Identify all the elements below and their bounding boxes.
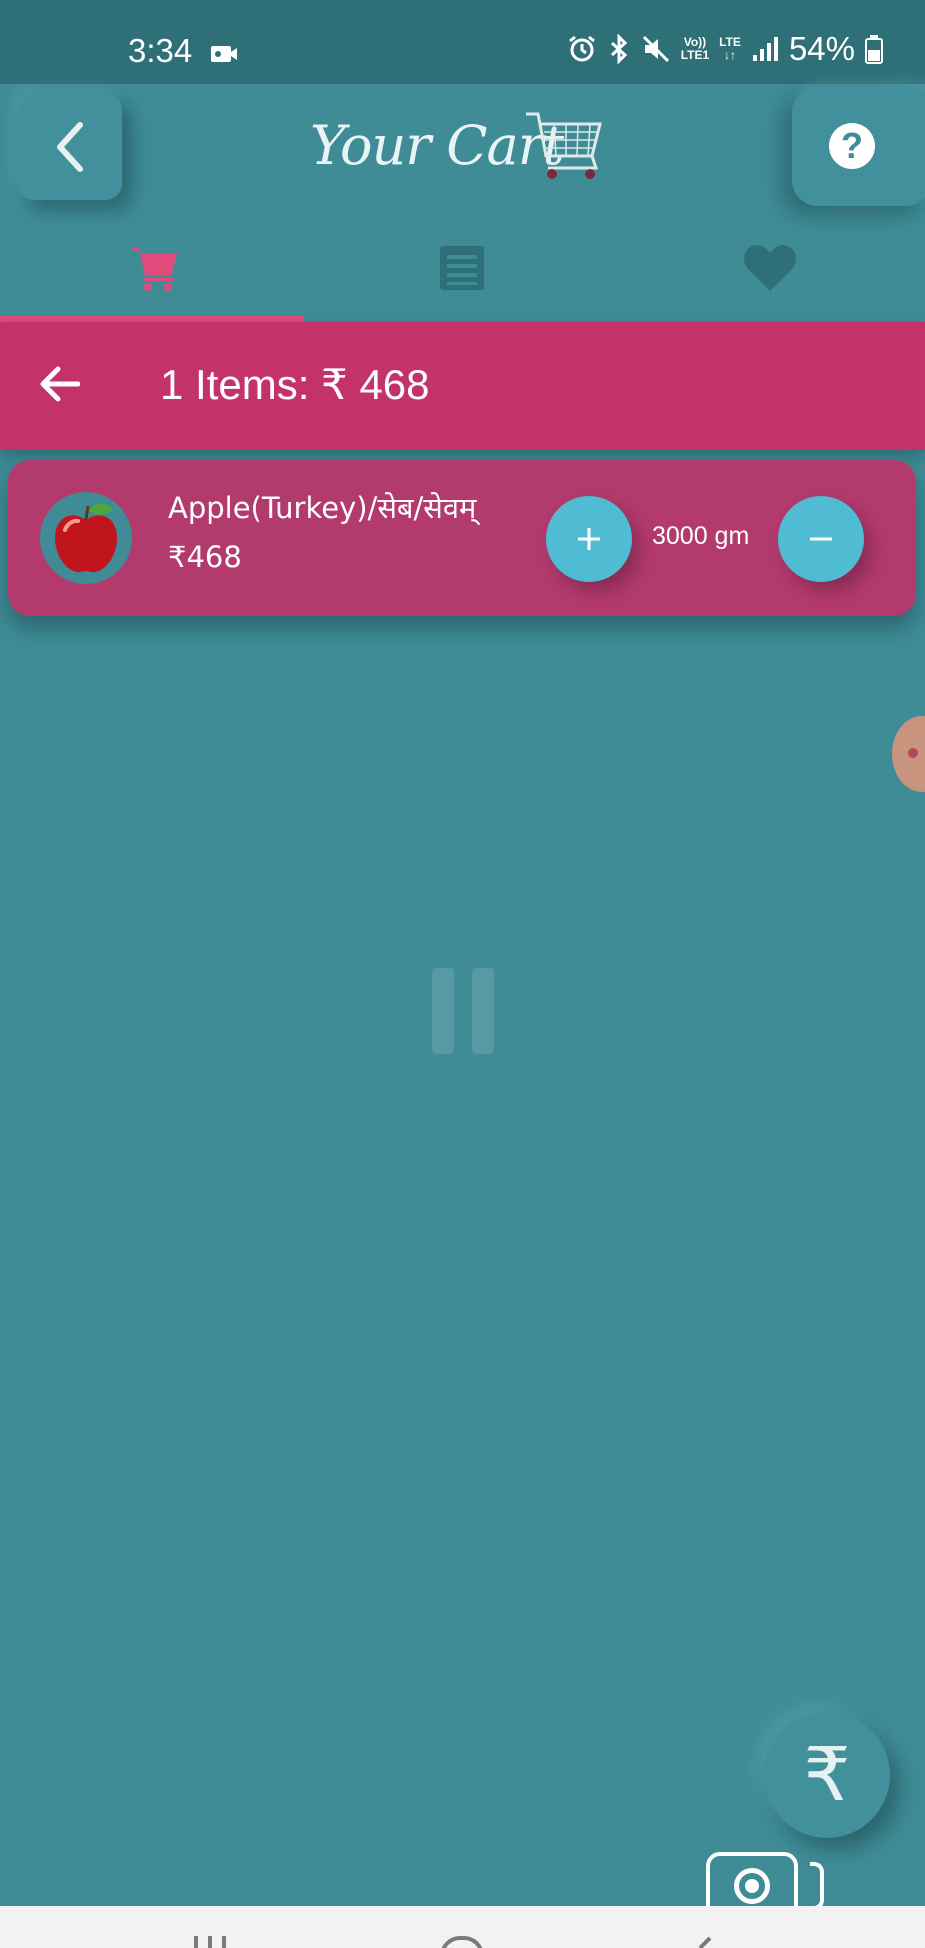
volte-indicator: Vo)) LTE1 [681,36,709,62]
minus-icon [810,537,832,541]
alarm-icon [568,35,595,62]
item-price: ₹468 [168,540,242,574]
recent-apps-icon[interactable] [190,1934,230,1948]
arrow-left-icon[interactable] [38,364,80,404]
cart-screen: 3:34 Vo)) LTE1 LTE ↓↑ 54% Your Cart ? 1 … [0,0,925,1948]
tab-cart[interactable] [0,214,308,322]
floating-bubble[interactable] [892,716,925,792]
video-icon [211,46,237,62]
home-icon[interactable] [440,1936,484,1948]
tab-bar [0,214,925,322]
checkout-fab[interactable]: ₹ [764,1712,890,1838]
system-nav-bar [0,1906,925,1948]
header: Your Cart ? [0,84,925,214]
cart-summary-text: 1 Items: ₹ 468 [160,361,430,408]
apple-icon [55,503,117,573]
battery-percent: 54% [788,30,855,67]
help-icon: ? [829,123,875,169]
tab-favorites[interactable] [616,214,924,322]
cart-summary-bar: 1 Items: ₹ 468 [0,322,925,450]
shopping-cart-icon [526,112,602,179]
decrease-quantity-button[interactable] [778,496,864,582]
lte1-label: LTE1 [680,48,710,62]
cart-icon [131,248,177,291]
bubble-indicator [908,748,918,758]
lte-indicator: LTE ↓↑ [719,36,741,62]
bluetooth-icon [610,34,627,64]
capture-handle [810,1862,824,1910]
record-icon [734,1868,770,1904]
cart-item: Apple(Turkey)/सेब/सेवम् ₹468 3000 gm [8,460,916,616]
list-icon [440,246,484,290]
item-name: Apple(Turkey)/सेब/सेवम् [168,491,477,525]
item-quantity: 3000 gm [652,522,750,550]
heart-icon [744,245,796,291]
battery-icon [865,35,883,64]
status-time: 3:34 [128,32,193,69]
tab-list[interactable] [308,214,616,322]
chevron-left-icon [57,122,83,172]
status-icons: Vo)) LTE1 LTE ↓↑ 54% [567,30,883,68]
status-bar: 3:34 Vo)) LTE1 LTE ↓↑ 54% [0,0,925,84]
increase-quantity-button[interactable] [546,496,632,582]
nav-back-icon[interactable] [692,1936,716,1948]
help-button[interactable]: ? [792,86,925,206]
signal-icon [752,37,778,61]
plus-icon [578,528,600,550]
back-button[interactable] [18,94,122,200]
data-arrows-icon: ↓↑ [724,48,737,62]
apple-thumbnail [40,492,132,584]
mute-icon [642,35,669,63]
pause-icon [432,968,494,1054]
